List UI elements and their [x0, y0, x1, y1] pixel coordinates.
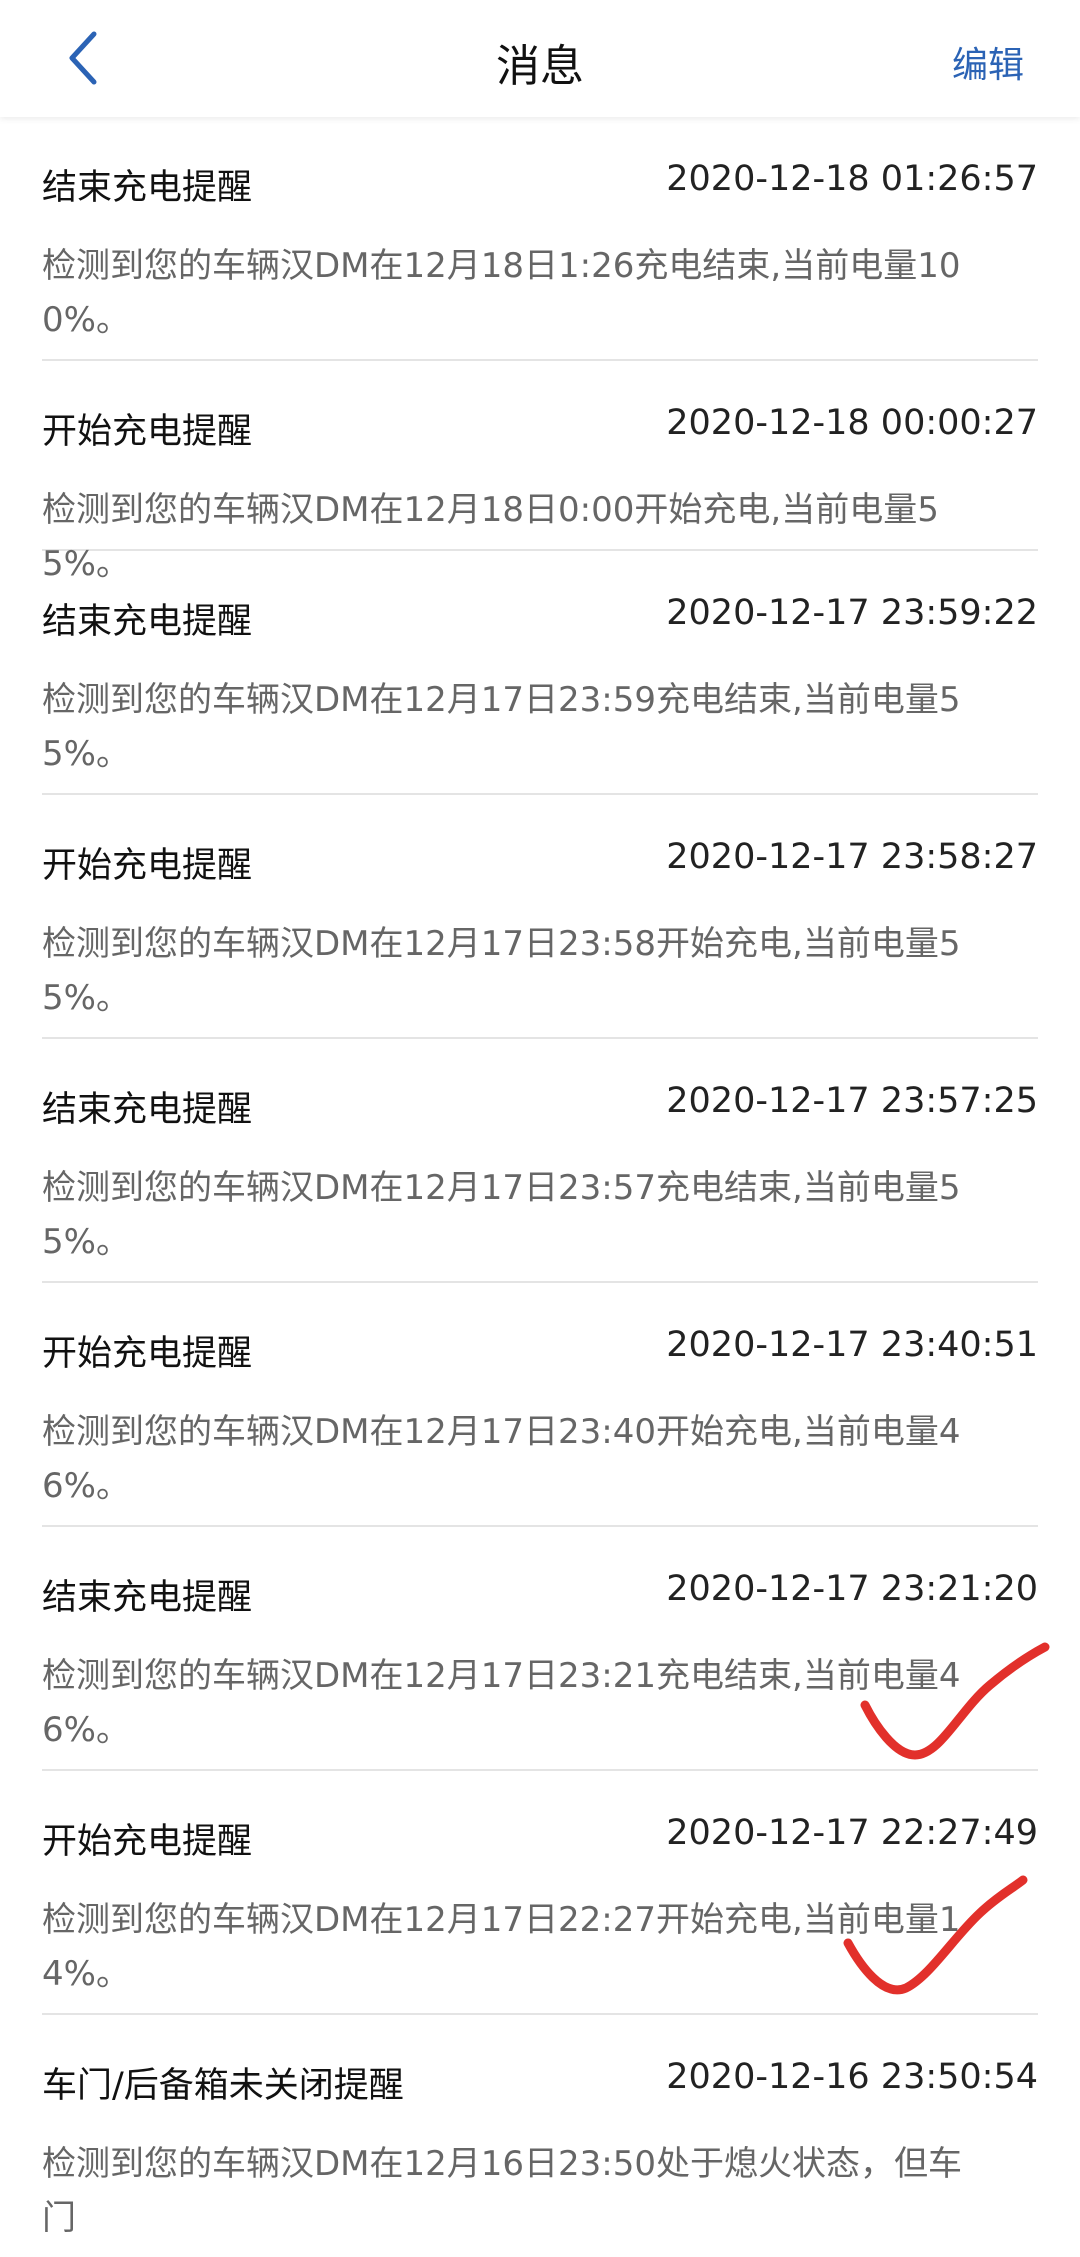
message-time: 2020-12-18 01:26:57: [666, 159, 1038, 199]
message-body: 检测到您的车辆汉DM在12月17日23:58开始充电,当前电量55%。: [42, 924, 961, 1018]
message-time: 2020-12-18 00:00:27: [666, 403, 1038, 443]
page-title: 消息: [496, 41, 584, 92]
message-time: 2020-12-16 23:50:54: [666, 2057, 1038, 2097]
message-body: 检测到您的车辆汉DM在12月17日23:40开始充电,当前电量46%。: [42, 1412, 961, 1506]
message-title: 开始充电提醒: [42, 1334, 253, 1374]
message-list: 结束充电提醒 2020-12-18 01:26:57 检测到您的车辆汉DM在12…: [0, 117, 1080, 2257]
message-body: 检测到您的车辆汉DM在12月17日23:59充电结束,当前电量55%。: [42, 680, 961, 774]
message-body: 检测到您的车辆汉DM在12月17日23:57充电结束,当前电量55%。: [42, 1168, 961, 1262]
top-bar: 消息 编辑: [0, 0, 1080, 117]
list-item[interactable]: 开始充电提醒 2020-12-17 22:27:49 检测到您的车辆汉DM在12…: [42, 1771, 1038, 2015]
list-item[interactable]: 结束充电提醒 2020-12-18 01:26:57 检测到您的车辆汉DM在12…: [42, 117, 1038, 361]
message-title: 开始充电提醒: [42, 412, 253, 452]
message-body: 检测到您的车辆汉DM在12月18日1:26充电结束,当前电量100%。: [42, 246, 961, 340]
list-item[interactable]: 结束充电提醒 2020-12-17 23:59:22 检测到您的车辆汉DM在12…: [42, 551, 1038, 795]
message-time: 2020-12-17 23:59:22: [666, 593, 1038, 633]
message-title: 结束充电提醒: [42, 168, 253, 208]
message-title: 结束充电提醒: [42, 602, 253, 642]
message-time: 2020-12-17 23:21:20: [666, 1569, 1038, 1609]
list-item[interactable]: 结束充电提醒 2020-12-17 23:21:20 检测到您的车辆汉DM在12…: [42, 1527, 1038, 1771]
list-item[interactable]: 开始充电提醒 2020-12-17 23:40:51 检测到您的车辆汉DM在12…: [42, 1283, 1038, 1527]
message-title: 车门/后备箱未关闭提醒: [42, 2066, 404, 2106]
list-item[interactable]: 开始充电提醒 2020-12-17 23:58:27 检测到您的车辆汉DM在12…: [42, 795, 1038, 1039]
edit-button[interactable]: 编辑: [952, 36, 1024, 88]
message-body: 检测到您的车辆汉DM在12月17日22:27开始充电,当前电量14%。: [42, 1900, 961, 1994]
message-time: 2020-12-17 23:58:27: [666, 837, 1038, 877]
message-time: 2020-12-17 23:40:51: [666, 1325, 1038, 1365]
message-body: 检测到您的车辆汉DM在12月17日23:21充电结束,当前电量46%。: [42, 1656, 961, 1750]
message-title: 结束充电提醒: [42, 1090, 253, 1130]
message-body: 检测到您的车辆汉DM在12月16日23:50处于熄火状态，但车门: [42, 2144, 963, 2238]
message-time: 2020-12-17 23:57:25: [666, 1081, 1038, 1121]
list-item[interactable]: 开始充电提醒 2020-12-18 00:00:27 检测到您的车辆汉DM在12…: [42, 361, 1038, 584]
message-time: 2020-12-17 22:27:49: [666, 1813, 1038, 1853]
list-item[interactable]: 车门/后备箱未关闭提醒 2020-12-16 23:50:54 检测到您的车辆汉…: [42, 2015, 1038, 2257]
message-title: 开始充电提醒: [42, 846, 253, 886]
list-item[interactable]: 结束充电提醒 2020-12-17 23:57:25 检测到您的车辆汉DM在12…: [42, 1039, 1038, 1283]
message-title: 结束充电提醒: [42, 1578, 253, 1618]
message-title: 开始充电提醒: [42, 1822, 253, 1862]
